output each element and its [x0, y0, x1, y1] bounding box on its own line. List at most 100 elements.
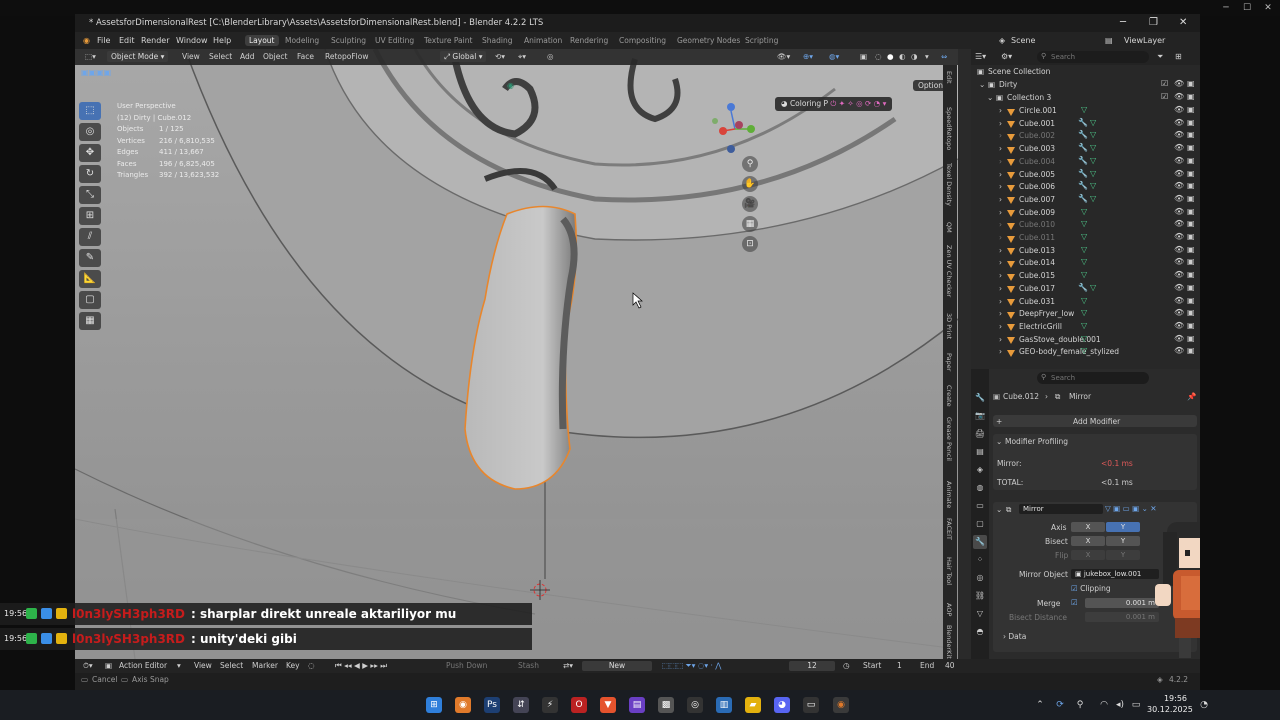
outliner-item[interactable]: › Cube.031 ▽ 👁 ▣: [971, 296, 1200, 309]
menu-render[interactable]: Render: [141, 36, 169, 45]
clipping-checkbox[interactable]: ☑ Clipping: [1071, 584, 1111, 593]
display-mode-icon[interactable]: ⚙▾: [1001, 52, 1012, 61]
add-modifier-button[interactable]: + Add Modifier: [993, 415, 1197, 427]
blender-running-icon[interactable]: ◉: [833, 697, 849, 713]
grid-view-icon[interactable]: ▦: [742, 216, 758, 232]
app-icon[interactable]: ▥: [716, 697, 732, 713]
camera-icon[interactable]: ▣: [1187, 156, 1195, 165]
outliner-item[interactable]: › ElectricGrill ▽ 👁 ▣: [971, 321, 1200, 334]
eye-icon[interactable]: 👁: [1174, 181, 1184, 190]
volume-icon[interactable]: ◂): [1112, 697, 1128, 713]
clock-time[interactable]: 19:56: [1147, 694, 1187, 703]
expand-chevron-icon[interactable]: ›: [999, 119, 1002, 128]
shading-options-icon[interactable]: ▾: [925, 52, 929, 61]
expand-chevron-icon[interactable]: ›: [999, 157, 1002, 166]
end-frame-field[interactable]: 40: [945, 661, 955, 670]
axis-y-toggle[interactable]: Y: [1106, 522, 1140, 532]
3d-viewport[interactable]: ⬚▾ Object Mode ▾ View Select Add Object …: [75, 49, 958, 659]
tab-layout[interactable]: Layout: [245, 35, 279, 46]
menu-file[interactable]: File: [97, 36, 110, 45]
camera-icon[interactable]: ▣: [1187, 181, 1195, 190]
expand-chevron-icon[interactable]: ›: [999, 335, 1002, 344]
menu-edit[interactable]: Edit: [119, 36, 135, 45]
expand-chevron-icon[interactable]: ›: [999, 208, 1002, 217]
app-icon[interactable]: ▩: [658, 697, 674, 713]
outliner-item[interactable]: › GEO-body_female_stylized ▽ 👁 ▣: [971, 346, 1200, 359]
gizmo-toggle-icon[interactable]: ⊕▾: [803, 52, 813, 61]
visibility-icon[interactable]: 👁▾: [777, 52, 790, 61]
render-tab-icon[interactable]: 📷: [973, 409, 987, 423]
pin-icon[interactable]: 📌: [1187, 392, 1196, 401]
data-subpanel[interactable]: › Data: [1003, 632, 1026, 641]
scale-tool-icon[interactable]: ⤡: [79, 186, 101, 204]
expand-chevron-icon[interactable]: ⌄: [979, 80, 985, 89]
auto-key-icon[interactable]: ◌: [308, 661, 315, 670]
blender-logo-icon[interactable]: ◉: [83, 36, 90, 45]
outliner-collection-dirty[interactable]: ⌄ ▣ Dirty ☑ 👁 ▣: [971, 79, 1200, 92]
eye-icon[interactable]: 👁: [1174, 130, 1184, 139]
camera-icon[interactable]: ▣: [1187, 232, 1195, 241]
properties-search-input[interactable]: ⚲ Search: [1037, 372, 1149, 384]
outliner-item[interactable]: › Cube.013 ▽ 👁 ▣: [971, 245, 1200, 258]
outliner-item[interactable]: › GasStove_double.001 ▽ 👁 ▣: [971, 334, 1200, 347]
tab-compositing[interactable]: Compositing: [615, 35, 670, 46]
expand-chevron-icon[interactable]: ›: [999, 297, 1002, 306]
expand-chevron-icon[interactable]: ›: [999, 322, 1002, 331]
expand-chevron-icon[interactable]: ›: [999, 309, 1002, 318]
merge-checkbox[interactable]: ☑: [1071, 598, 1078, 607]
vp-menu-face[interactable]: Face: [297, 52, 314, 61]
eye-icon[interactable]: 👁: [1174, 232, 1184, 241]
coloring-tools-icon[interactable]: ⏻ ✦ ✧ ◎ ⟳ ◔ ▾: [830, 99, 886, 108]
playback-controls-icon[interactable]: ⏮ ◂◂ ◀ ▶ ▸▸ ⏭: [335, 661, 387, 671]
bisect-x-toggle[interactable]: X: [1071, 536, 1105, 546]
camera-icon[interactable]: ▣: [1187, 207, 1195, 216]
app-icon[interactable]: ⚡: [542, 697, 558, 713]
app-icon[interactable]: ⇵: [513, 697, 529, 713]
checkbox-icon[interactable]: ☑: [1161, 79, 1168, 88]
add-mesh-tool-icon[interactable]: ▦: [79, 312, 101, 330]
discord-app-icon[interactable]: ◕: [774, 697, 790, 713]
side-tab-grease-pencil[interactable]: Grease Pencil: [945, 417, 953, 461]
outliner-item[interactable]: › Cube.011 ▽ 👁 ▣: [971, 232, 1200, 245]
camera-icon[interactable]: ▣: [1187, 346, 1195, 355]
proportional-edit-icon[interactable]: ◎: [547, 52, 554, 61]
collection-tab-icon[interactable]: ▭: [973, 499, 987, 513]
shading-solid-icon[interactable]: ●: [887, 52, 894, 61]
tab-texture-paint[interactable]: Texture Paint: [420, 35, 476, 46]
side-tab-qm[interactable]: QM: [945, 222, 953, 233]
view-layer-tab-icon[interactable]: ▤: [973, 445, 987, 459]
camera-icon[interactable]: ▣: [1187, 321, 1195, 330]
tab-sculpting[interactable]: Sculpting: [327, 35, 370, 46]
stash-button[interactable]: Stash: [518, 661, 539, 670]
camera-icon[interactable]: ▣: [1187, 245, 1195, 254]
outliner-item[interactable]: › Cube.017 🔧 ▽ 👁 ▣: [971, 283, 1200, 296]
blender-app-icon[interactable]: ◉: [455, 697, 471, 713]
opera-app-icon[interactable]: O: [571, 697, 587, 713]
eye-icon[interactable]: 👁: [1174, 156, 1184, 165]
window-close-icon[interactable]: ✕: [1179, 17, 1187, 28]
sidebar-toggle-icon[interactable]: ⇔: [941, 52, 947, 61]
physics-tab-icon[interactable]: ◎: [973, 571, 987, 585]
transform-tool-icon[interactable]: ⊞: [79, 207, 101, 225]
vp-menu-select[interactable]: Select: [209, 52, 232, 61]
camera-icon[interactable]: ▣: [1187, 296, 1195, 305]
add-cube-tool-icon[interactable]: ▢: [79, 291, 101, 309]
filter-icon[interactable]: ⏷: [1157, 52, 1163, 62]
eye-icon[interactable]: 👁: [1174, 169, 1184, 178]
app-icon[interactable]: ▤: [629, 697, 645, 713]
mode-select[interactable]: Object Mode ▾: [107, 51, 169, 62]
camera-icon[interactable]: ▣: [1187, 334, 1195, 343]
side-tab-texel-density[interactable]: Texel Density: [945, 163, 953, 206]
notification-icon[interactable]: ◔: [1196, 697, 1212, 713]
camera-icon[interactable]: ▣: [1187, 169, 1195, 178]
expand-chevron-icon[interactable]: ›: [999, 144, 1002, 153]
outliner-collection-3[interactable]: ⌄ ▣ Collection 3 ☑ 👁 ▣: [971, 92, 1200, 105]
outliner-item[interactable]: › Cube.010 ▽ 👁 ▣: [971, 219, 1200, 232]
tab-geometry-nodes[interactable]: Geometry Nodes: [673, 35, 744, 46]
app-icon[interactable]: ◎: [687, 697, 703, 713]
view-layer-name[interactable]: ViewLayer: [1124, 36, 1165, 45]
expand-chevron-icon[interactable]: ›: [999, 347, 1002, 356]
vp-menu-add[interactable]: Add: [240, 52, 255, 61]
battery-icon[interactable]: ▭: [1128, 697, 1144, 713]
camera-icon[interactable]: ▣: [1187, 219, 1195, 228]
